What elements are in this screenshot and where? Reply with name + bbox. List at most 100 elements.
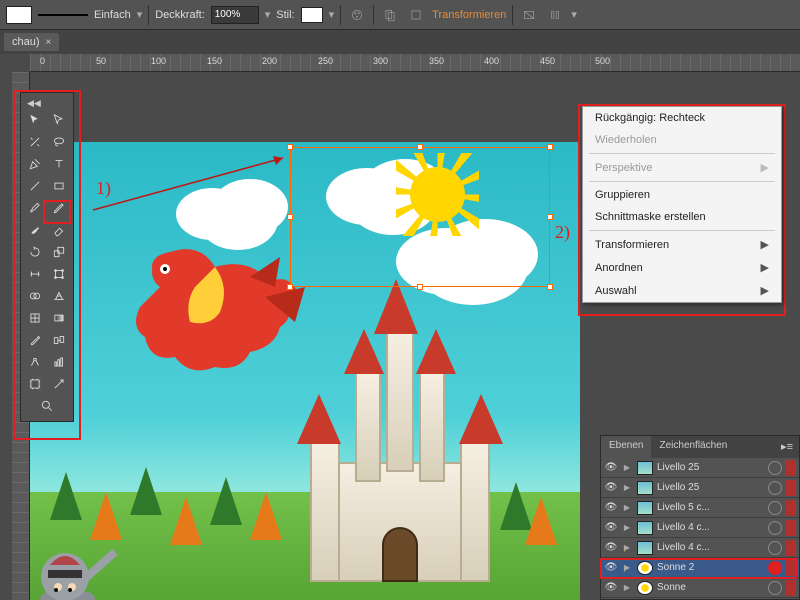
target-icon[interactable]: [768, 481, 782, 495]
prefs-icon[interactable]: [406, 5, 426, 25]
selection-tool-icon[interactable]: [23, 109, 47, 131]
layer-row[interactable]: 👁▶ Livello 4 c...: [601, 518, 799, 538]
width-tool-icon[interactable]: [23, 263, 47, 285]
eyedropper-tool-icon[interactable]: [23, 329, 47, 351]
pen-tool-icon[interactable]: [23, 153, 47, 175]
target-icon[interactable]: [768, 561, 782, 575]
menu-arrange[interactable]: Anordnen▶: [583, 256, 781, 279]
stroke-style[interactable]: Einfach: [94, 9, 131, 21]
style-label: Stil:: [276, 9, 294, 21]
chevron-right-icon: ▶: [761, 284, 769, 297]
target-icon[interactable]: [768, 541, 782, 555]
menu-transform[interactable]: Transformieren▶: [583, 233, 781, 256]
chevron-right-icon: ▶: [761, 238, 769, 251]
zoom-tool-icon[interactable]: [23, 395, 71, 417]
align-icon[interactable]: [545, 5, 565, 25]
layer-thumbnail: [637, 581, 653, 595]
target-icon[interactable]: [768, 581, 782, 595]
layer-thumbnail: [637, 501, 653, 515]
pencil-tool-icon[interactable]: [47, 197, 71, 219]
disclosure-icon[interactable]: ▶: [621, 523, 633, 532]
perspective-grid-tool-icon[interactable]: [47, 285, 71, 307]
knight-shape: [30, 532, 130, 600]
menu-perspective: Perspektive▶: [583, 156, 781, 179]
layer-name: Livello 25: [657, 482, 764, 493]
layer-color-swatch: [786, 500, 796, 516]
layer-color-swatch: [786, 580, 796, 596]
target-icon[interactable]: [768, 521, 782, 535]
annotation-label-1: 1): [96, 178, 111, 199]
opacity-input[interactable]: [211, 6, 259, 24]
layer-row[interactable]: 👁▶ Livello 25: [601, 478, 799, 498]
stroke-preview[interactable]: [38, 14, 88, 16]
isolate-icon[interactable]: [519, 5, 539, 25]
symbol-sprayer-tool-icon[interactable]: [23, 351, 47, 373]
lasso-tool-icon[interactable]: [47, 131, 71, 153]
visibility-icon[interactable]: 👁: [601, 482, 621, 493]
menu-group[interactable]: Gruppieren: [583, 184, 781, 206]
column-graph-tool-icon[interactable]: [47, 351, 71, 373]
panel-collapse-icon[interactable]: ◀◀: [23, 97, 71, 109]
brush-tool-icon[interactable]: [23, 197, 47, 219]
close-icon[interactable]: ×: [46, 37, 52, 48]
slice-tool-icon[interactable]: [47, 373, 71, 395]
visibility-icon[interactable]: 👁: [601, 562, 621, 573]
visibility-icon[interactable]: 👁: [601, 462, 621, 473]
scale-tool-icon[interactable]: [47, 241, 71, 263]
tool-panel: ◀◀: [20, 92, 74, 422]
context-menu: Rückgängig: Rechteck Wiederholen Perspek…: [582, 106, 782, 303]
selection-rectangle[interactable]: [290, 147, 550, 287]
layer-row[interactable]: 👁▶ Livello 25: [601, 458, 799, 478]
disclosure-icon[interactable]: ▶: [621, 463, 633, 472]
opacity-label: Deckkraft:: [155, 9, 205, 21]
document-tab[interactable]: chau) ×: [4, 33, 59, 51]
menu-undo[interactable]: Rückgängig: Rechteck: [583, 107, 781, 129]
rotate-tool-icon[interactable]: [23, 241, 47, 263]
layer-name: Sonne 2: [657, 562, 764, 573]
menu-select[interactable]: Auswahl▶: [583, 279, 781, 302]
layer-thumbnail: [637, 521, 653, 535]
tab-artboards[interactable]: Zeichenflächen: [651, 436, 735, 458]
blob-brush-tool-icon[interactable]: [23, 219, 47, 241]
free-transform-tool-icon[interactable]: [47, 263, 71, 285]
layer-row[interactable]: 👁▶ Livello 5 c...: [601, 498, 799, 518]
options-bar: Einfach ▾ Deckkraft: ▾ Stil: ▾ Transform…: [0, 0, 800, 30]
layer-row[interactable]: 👁▶Sonne: [601, 578, 799, 598]
shape-builder-tool-icon[interactable]: [23, 285, 47, 307]
layer-thumbnail: [637, 481, 653, 495]
eraser-tool-icon[interactable]: [47, 219, 71, 241]
artboard-tool-icon[interactable]: [23, 373, 47, 395]
layer-name: Livello 4 c...: [657, 522, 764, 533]
disclosure-icon[interactable]: ▶: [621, 483, 633, 492]
direct-selection-tool-icon[interactable]: [47, 109, 71, 131]
style-swatch[interactable]: [301, 7, 323, 23]
disclosure-icon[interactable]: ▶: [621, 503, 633, 512]
chevron-right-icon: ▶: [761, 161, 769, 174]
visibility-icon[interactable]: 👁: [601, 542, 621, 553]
visibility-icon[interactable]: 👁: [601, 502, 621, 513]
mesh-tool-icon[interactable]: [23, 307, 47, 329]
layer-name: Livello 25: [657, 462, 764, 473]
doc-setup-icon[interactable]: [380, 5, 400, 25]
target-icon[interactable]: [768, 461, 782, 475]
layer-name: Livello 5 c...: [657, 502, 764, 513]
gradient-tool-icon[interactable]: [47, 307, 71, 329]
layer-color-swatch: [786, 560, 796, 576]
transform-link[interactable]: Transformieren: [432, 9, 506, 21]
fill-swatch[interactable]: [6, 6, 32, 24]
visibility-icon[interactable]: 👁: [601, 582, 621, 593]
ruler-horizontal: 0 50 100 150 200 250 300 350 400 450 500: [30, 54, 800, 72]
target-icon[interactable]: [768, 501, 782, 515]
line-tool-icon[interactable]: [23, 175, 47, 197]
panel-menu-icon[interactable]: ▸≡: [775, 436, 799, 458]
visibility-icon[interactable]: 👁: [601, 522, 621, 533]
layer-color-swatch: [786, 540, 796, 556]
menu-clipping-mask[interactable]: Schnittmaske erstellen: [583, 206, 781, 228]
layer-name: Livello 4 c...: [657, 542, 764, 553]
rectangle-tool-icon[interactable]: [47, 175, 71, 197]
type-tool-icon[interactable]: [47, 153, 71, 175]
blend-tool-icon[interactable]: [47, 329, 71, 351]
tab-layers[interactable]: Ebenen: [601, 436, 651, 458]
magic-wand-tool-icon[interactable]: [23, 131, 47, 153]
recolor-icon[interactable]: [347, 5, 367, 25]
